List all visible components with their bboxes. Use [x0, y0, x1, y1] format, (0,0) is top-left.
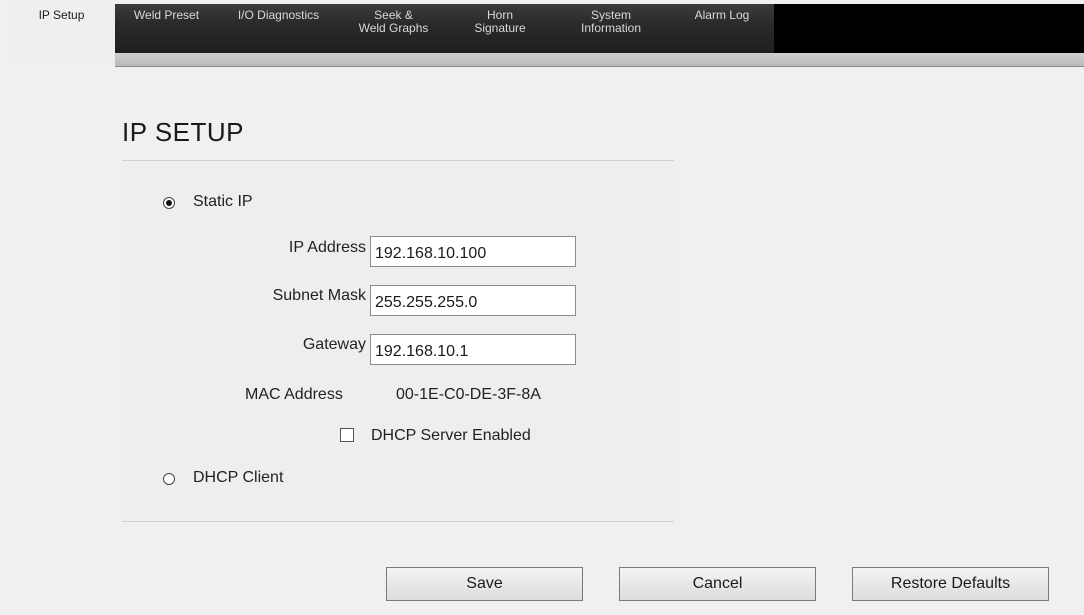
mac-address-label: MAC Address: [245, 386, 343, 403]
tab-horn-signature[interactable]: Horn Signature: [448, 4, 552, 53]
subnet-mask-field[interactable]: [370, 285, 576, 316]
static-ip-label[interactable]: Static IP: [193, 193, 253, 211]
tab-alarm-log[interactable]: Alarm Log: [670, 4, 774, 53]
ip-address-label: IP Address: [288, 239, 366, 256]
cancel-button[interactable]: Cancel: [619, 567, 816, 601]
restore-defaults-button[interactable]: Restore Defaults: [852, 567, 1049, 601]
gateway-field[interactable]: [370, 334, 576, 365]
page-title: IP SETUP: [122, 117, 245, 147]
tab-seek-weld-graphs[interactable]: Seek & Weld Graphs: [339, 4, 448, 53]
tab-system-information[interactable]: System Information: [552, 4, 670, 53]
ip-address-field[interactable]: [370, 236, 576, 267]
save-button[interactable]: Save: [386, 567, 583, 601]
static-ip-radio[interactable]: [163, 197, 175, 209]
gateway-label: Gateway: [302, 336, 366, 353]
tab-io-diagnostics[interactable]: I/O Diagnostics: [218, 4, 339, 53]
mac-address-value: 00-1E-C0-DE-3F-8A: [396, 386, 541, 403]
dhcp-client-radio[interactable]: [163, 473, 175, 485]
navigation-divider-strip: [8, 53, 1084, 67]
dhcp-client-label[interactable]: DHCP Client: [193, 469, 283, 487]
subnet-mask-label: Subnet Mask: [272, 287, 366, 304]
dhcp-server-label[interactable]: DHCP Server Enabled: [371, 427, 531, 445]
tab-ip-setup[interactable]: IP Setup: [8, 4, 115, 67]
tab-weld-preset[interactable]: Weld Preset: [115, 4, 218, 53]
dhcp-server-checkbox[interactable]: [340, 428, 354, 442]
